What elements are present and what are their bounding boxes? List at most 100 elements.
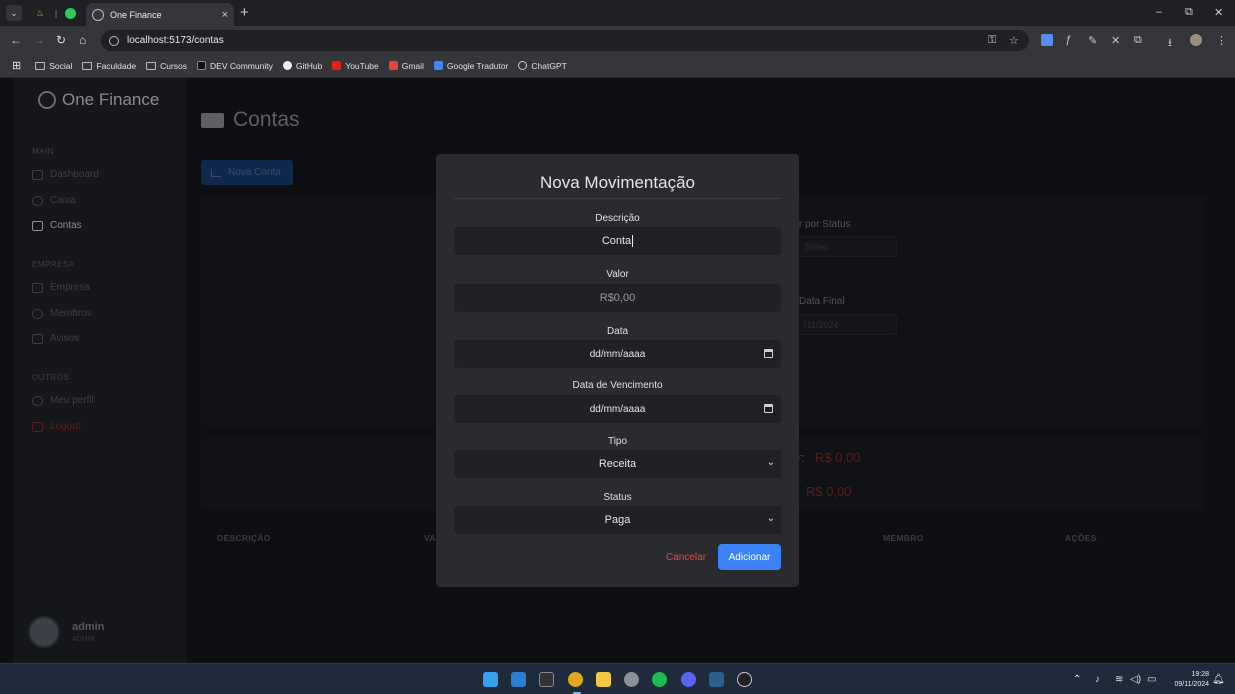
nova-conta-label: Nova Conta <box>228 167 281 178</box>
vscode-icon[interactable] <box>511 672 526 687</box>
sidebar-item-empresa[interactable]: Empresa <box>32 282 90 293</box>
sidebar-item-meu-perfil[interactable]: Meu perfil <box>32 395 94 406</box>
status-select[interactable]: Paga ⌄ <box>454 506 781 534</box>
descricao-input[interactable]: Conta <box>454 227 781 255</box>
menu-icon[interactable]: ⋮ <box>1216 34 1227 47</box>
bookmark-cursos[interactable]: Cursos <box>146 61 187 71</box>
valor-input[interactable]: R$0,00 <box>454 284 781 312</box>
tipo-value: Receita <box>598 458 637 470</box>
descricao-label: Descrição <box>595 213 640 224</box>
pinned-tab-icon[interactable]: ♨ <box>32 5 48 21</box>
bookmark-label: Social <box>49 60 73 71</box>
sidebar-item-dashboard[interactable]: Dashboard <box>32 169 99 180</box>
volume-icon[interactable]: ◁) <box>1130 674 1141 685</box>
calendar-icon[interactable] <box>764 349 773 358</box>
sidebar-item-label: Dashboard <box>50 169 99 180</box>
microphone-icon[interactable]: ♪ <box>1095 674 1100 685</box>
vencimento-input[interactable]: dd/mm/aaaa <box>454 395 781 423</box>
app-icon[interactable] <box>709 672 724 687</box>
pinned-tab-icon[interactable] <box>62 5 78 21</box>
bookmark-google-tradutor[interactable]: Google Tradutor <box>433 61 508 71</box>
nova-conta-button[interactable]: Nova Conta <box>201 160 293 185</box>
status-filter-label: rar por Status <box>790 219 851 230</box>
file-explorer-icon[interactable] <box>596 672 611 687</box>
tipo-label: Tipo <box>607 436 628 447</box>
close-tab-icon[interactable]: × <box>222 9 228 21</box>
bookmark-gmail[interactable]: Gmail <box>388 61 424 71</box>
bookmark-chatgpt[interactable]: ChatGPT <box>518 61 567 71</box>
wifi-icon[interactable]: ≋ <box>1115 674 1123 685</box>
system-clock[interactable]: 19:28 09/11/2024 <box>1174 670 1209 690</box>
close-window-icon[interactable]: ✕ <box>1214 6 1223 19</box>
user-name: admin <box>72 621 105 633</box>
data-input[interactable]: dd/mm/aaaa <box>454 340 781 368</box>
eyedropper-icon[interactable]: ✎ <box>1088 34 1097 47</box>
add-button[interactable]: Adicionar <box>718 544 781 570</box>
spotify-icon[interactable] <box>652 672 667 687</box>
data-label: Data <box>606 326 629 337</box>
column-descricao[interactable]: DESCRIÇÃO <box>217 533 271 543</box>
bookmark-social[interactable]: Social <box>35 61 72 71</box>
site-info-icon[interactable] <box>109 35 119 46</box>
calendar-icon[interactable] <box>764 404 773 413</box>
battery-icon[interactable]: ▭ <box>1147 674 1156 685</box>
profile-avatar[interactable] <box>1190 34 1202 46</box>
end-date-input[interactable]: /11/2024 <box>797 314 897 335</box>
bookmark-dev-community[interactable]: DEV Community <box>197 61 273 71</box>
bookmark-label: GitHub <box>295 60 323 71</box>
home-icon[interactable]: ⌂ <box>79 33 86 47</box>
users-icon <box>32 308 43 319</box>
sidebar-item-caixa[interactable]: Caixa <box>32 195 76 206</box>
restore-icon[interactable]: ⧉ <box>1185 6 1193 19</box>
bookmark-faculdade[interactable]: Faculdade <box>82 61 136 71</box>
user-profile[interactable]: admin ADMIN <box>28 616 104 648</box>
address-bar[interactable]: localhost:5173/contas <box>101 30 1029 51</box>
sidebar-item-avisos[interactable]: Avisos <box>32 333 79 344</box>
cancel-button[interactable]: Cancelar <box>666 552 706 563</box>
folder-icon <box>82 61 93 70</box>
chevron-down-icon: ⌄ <box>766 513 775 524</box>
settings-icon[interactable] <box>624 672 639 687</box>
forward-icon[interactable]: → <box>33 33 45 47</box>
column-membro[interactable]: MEMBRO <box>883 533 924 543</box>
terminal-icon[interactable] <box>539 672 554 687</box>
valor-placeholder: R$0,00 <box>599 292 636 304</box>
column-valor[interactable]: VA <box>424 533 436 543</box>
bookmark-star-icon[interactable]: ☆ <box>1009 34 1019 47</box>
sidebar-item-membros[interactable]: Membros <box>32 308 92 319</box>
piggy-bank-icon <box>32 195 43 206</box>
status-filter-select[interactable]: Todas <box>797 236 897 257</box>
chevron-up-icon[interactable]: ⌃ <box>1073 674 1081 685</box>
windows-start-icon[interactable] <box>483 672 498 687</box>
extension-icon[interactable] <box>1041 34 1053 46</box>
password-key-icon[interactable]: ⚿ <box>988 34 996 47</box>
bookmark-github[interactable]: GitHub <box>282 60 323 71</box>
sidebar-item-logout[interactable]: Logout <box>32 421 81 432</box>
discord-icon[interactable] <box>681 672 696 687</box>
translate-icon <box>433 61 443 70</box>
brand-logo[interactable]: One Finance <box>38 90 159 110</box>
chrome-icon[interactable] <box>568 672 583 687</box>
browser-tab-bar: ⌄ ♨ | One Finance × + – ⧉ ✕ <box>0 0 1235 26</box>
sidebar-item-contas[interactable]: Contas <box>32 220 82 231</box>
puzzle-icon[interactable]: ⧉ <box>1134 34 1142 47</box>
notification-bell-icon[interactable]: 🔔︎ <box>1212 674 1225 685</box>
extension-icon[interactable]: ƒ <box>1065 34 1071 46</box>
download-icon[interactable]: ⭳ <box>1168 34 1172 53</box>
vencimento-placeholder: dd/mm/aaaa <box>589 403 646 415</box>
minimize-icon[interactable]: – <box>1156 6 1162 18</box>
obs-icon[interactable] <box>737 672 752 687</box>
column-acoes[interactable]: AÇÕES <box>1065 533 1097 543</box>
back-icon[interactable]: ← <box>10 33 22 47</box>
tab-one-finance[interactable]: One Finance × <box>86 3 234 26</box>
tab-search-icon[interactable]: ⌄ <box>6 5 22 21</box>
tipo-select[interactable]: Receita ⌄ <box>454 450 781 478</box>
extension-icon[interactable]: ✕ <box>1111 34 1120 47</box>
mail-icon <box>32 333 43 344</box>
reload-icon[interactable]: ↻ <box>56 33 66 47</box>
total-value-secondary: R$ 0,00 <box>806 484 852 499</box>
bookmark-youtube[interactable]: YouTube <box>332 61 379 71</box>
new-tab-button[interactable]: + <box>240 4 249 21</box>
end-date-value: /11/2024 <box>804 319 839 330</box>
apps-icon[interactable]: ⊞ <box>12 59 21 72</box>
